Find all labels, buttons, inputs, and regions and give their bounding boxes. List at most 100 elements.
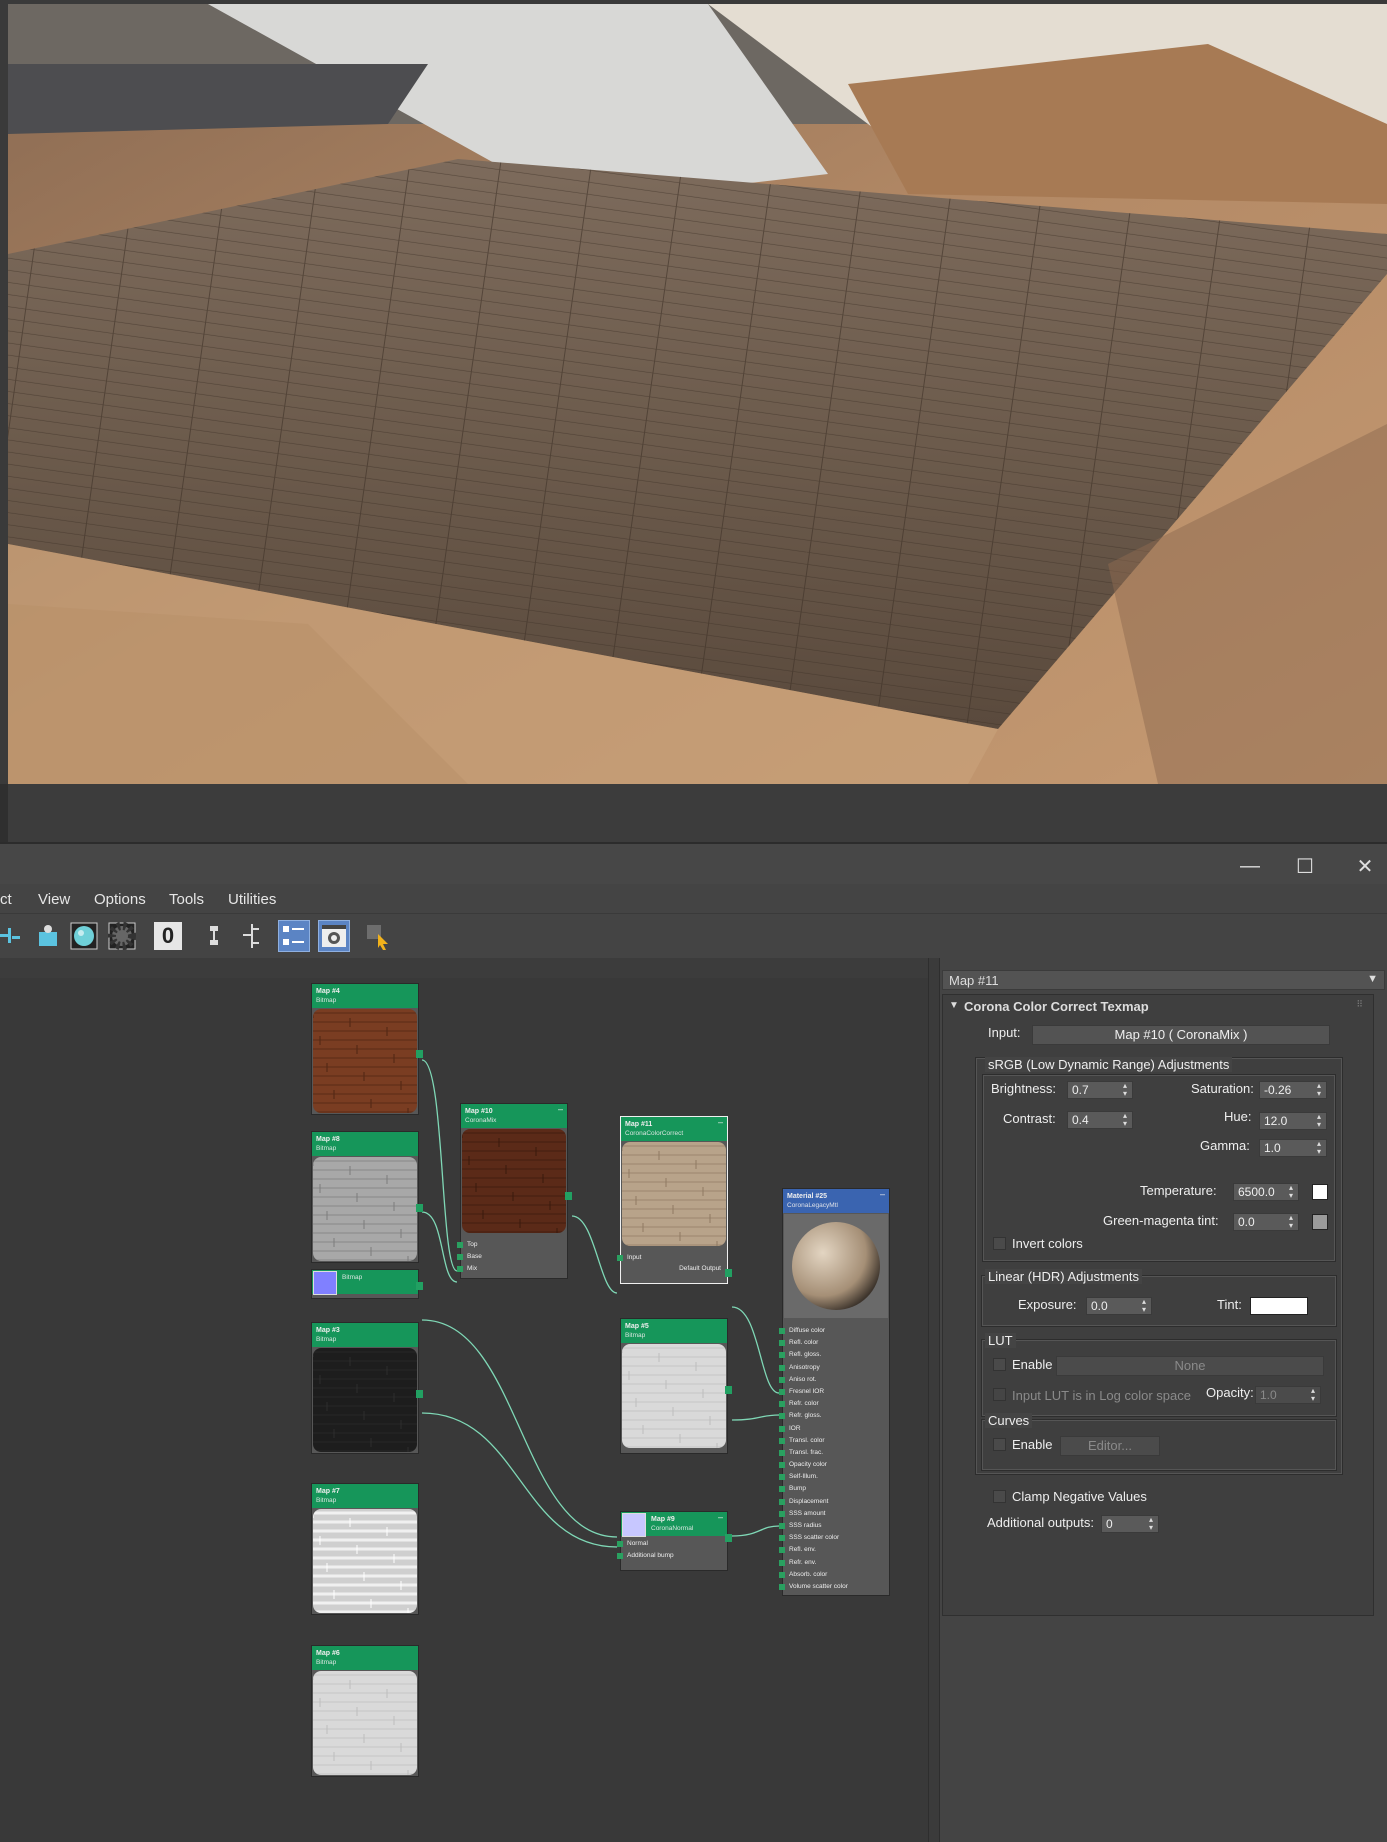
input-port[interactable]: Normal xyxy=(617,1538,727,1550)
material-name-field[interactable]: Map #11 ▼ xyxy=(942,970,1385,990)
input-port[interactable]: Transl. color xyxy=(779,1435,889,1447)
input-port[interactable]: SSS scatter color xyxy=(779,1532,889,1544)
node-header[interactable]: Map #3 Bitmap xyxy=(312,1323,418,1347)
output-port[interactable] xyxy=(725,1386,732,1394)
invert-colors-checkbox[interactable] xyxy=(993,1237,1006,1250)
clamp-negative-checkbox[interactable] xyxy=(993,1490,1006,1503)
close-button[interactable]: ✕ xyxy=(1345,852,1385,880)
log-color-space-checkbox[interactable] xyxy=(993,1388,1006,1401)
green-magenta-tint-spinner[interactable]: 0.0 xyxy=(1233,1213,1299,1231)
node-map11[interactable]: Map #11 CoronaColorCorrect – Input Default O… xyxy=(616,1116,732,1284)
input-port[interactable]: Transl. frac. xyxy=(779,1447,889,1459)
output-port[interactable] xyxy=(416,1050,423,1058)
node-header[interactable]: Map #11 CoronaColorCorrect – xyxy=(621,1117,727,1141)
node-header[interactable]: Map #7 Bitmap xyxy=(312,1484,418,1508)
node-header[interactable]: Material #25 CoronaLegacyMtl – xyxy=(783,1189,889,1213)
temperature-spinner[interactable]: 6500.0 xyxy=(1233,1183,1299,1201)
contrast-spinner[interactable]: 0.4 xyxy=(1067,1111,1133,1129)
input-port[interactable]: Self-Illum. xyxy=(779,1471,889,1483)
input-map-button[interactable]: Map #10 ( CoronaMix ) xyxy=(1032,1025,1330,1045)
node-header[interactable]: Map #8 Bitmap xyxy=(312,1132,418,1156)
viewport[interactable] xyxy=(0,0,1387,842)
show-map-button[interactable]: 0 xyxy=(152,920,184,952)
collapse-icon[interactable]: – xyxy=(880,1190,885,1199)
input-port[interactable]: Absorb. color xyxy=(779,1569,889,1581)
node-map8[interactable]: Map #8 Bitmap xyxy=(311,1131,423,1263)
lut-file-button[interactable]: None xyxy=(1056,1356,1324,1376)
collapse-icon[interactable]: – xyxy=(718,1513,723,1522)
tint-color-swatch[interactable] xyxy=(1312,1214,1328,1230)
node-header[interactable]: Map #4 Bitmap xyxy=(312,984,418,1008)
input-port[interactable]: SSS radius xyxy=(779,1520,889,1532)
input-port[interactable]: Fresnel IOR xyxy=(779,1386,889,1398)
output-port[interactable] xyxy=(725,1269,732,1277)
collapse-icon[interactable]: – xyxy=(718,1118,723,1127)
menu-item-tools[interactable]: Tools xyxy=(169,891,204,908)
output-port[interactable] xyxy=(416,1390,423,1398)
input-port[interactable]: Refl. gloss. xyxy=(779,1349,889,1361)
tint-color-picker[interactable] xyxy=(1250,1297,1308,1315)
saturation-spinner[interactable]: -0.26 xyxy=(1259,1081,1327,1099)
rollout-title[interactable]: Corona Color Correct Texmap xyxy=(964,999,1149,1014)
node-map7[interactable]: Map #7 Bitmap xyxy=(311,1483,419,1615)
node-map10[interactable]: Map #10 CoronaMix – Top Base Mix xyxy=(457,1103,572,1279)
lut-enable-checkbox[interactable] xyxy=(993,1358,1006,1371)
maximize-button[interactable]: ☐ xyxy=(1285,852,1325,880)
input-port[interactable]: Diffuse color xyxy=(779,1325,889,1337)
additional-outputs-spinner[interactable]: 0 xyxy=(1101,1515,1159,1533)
input-port[interactable]: Aniso rot. xyxy=(779,1374,889,1386)
checker-background-button[interactable] xyxy=(106,920,138,952)
hue-spinner[interactable]: 12.0 xyxy=(1259,1112,1327,1130)
node-map6[interactable]: Map #6 Bitmap xyxy=(311,1645,419,1777)
input-port[interactable]: Refl. env. xyxy=(779,1544,889,1556)
input-port[interactable]: Refr. gloss. xyxy=(779,1410,889,1422)
node-map3[interactable]: Map #3 Bitmap xyxy=(311,1322,423,1454)
input-port[interactable]: Refr. color xyxy=(779,1398,889,1410)
input-port[interactable]: Refr. env. xyxy=(779,1557,889,1569)
show-background-button[interactable] xyxy=(68,920,100,952)
input-port[interactable]: Opacity color xyxy=(779,1459,889,1471)
exposure-spinner[interactable]: 0.0 xyxy=(1086,1297,1152,1315)
menu-item-select[interactable]: ct xyxy=(0,891,12,908)
input-port[interactable]: Volume scatter color xyxy=(779,1581,889,1593)
input-port[interactable]: Additional bump xyxy=(617,1550,727,1562)
input-port[interactable]: Input xyxy=(616,1252,641,1264)
layout-children-button[interactable] xyxy=(236,920,268,952)
input-port[interactable]: IOR xyxy=(779,1423,889,1435)
menu-item-options[interactable]: Options xyxy=(94,891,146,908)
curves-enable-checkbox[interactable] xyxy=(993,1438,1006,1451)
output-port[interactable] xyxy=(565,1192,572,1200)
lut-opacity-spinner[interactable]: 1.0 xyxy=(1255,1386,1321,1404)
temperature-color-swatch[interactable] xyxy=(1312,1184,1328,1200)
select-by-material-button[interactable] xyxy=(362,920,394,952)
brightness-spinner[interactable]: 0.7 xyxy=(1067,1081,1133,1099)
minimize-button[interactable]: — xyxy=(1230,852,1270,880)
node-header[interactable]: Map #6 Bitmap xyxy=(312,1646,418,1670)
input-port[interactable]: Anisotropy xyxy=(779,1362,889,1374)
input-port[interactable]: Top xyxy=(457,1239,567,1251)
parameter-editor-button[interactable] xyxy=(318,920,350,952)
put-to-library-button[interactable] xyxy=(32,920,64,952)
input-port[interactable]: Bump xyxy=(779,1483,889,1495)
gamma-spinner[interactable]: 1.0 xyxy=(1259,1139,1327,1157)
node-header[interactable]: Map #10 CoronaMix – xyxy=(461,1104,567,1128)
node-map5[interactable]: Map #5 Bitmap xyxy=(620,1318,732,1454)
curves-editor-button[interactable]: Editor... xyxy=(1060,1436,1160,1456)
node-graph-canvas[interactable]: Map #4 Bitmap Map #8 Bitmap Bitmap Map #3 Bitm… xyxy=(0,978,928,1842)
menu-item-view[interactable]: View xyxy=(38,891,70,908)
input-port[interactable]: SSS amount xyxy=(779,1508,889,1520)
output-port[interactable] xyxy=(416,1282,423,1290)
material-navigator-button[interactable] xyxy=(278,920,310,952)
node-material25[interactable]: Material #25 CoronaLegacyMtl – Diffuse colo… xyxy=(779,1188,890,1596)
input-port[interactable]: Refl. color xyxy=(779,1337,889,1349)
input-port[interactable]: Displacement xyxy=(779,1496,889,1508)
node-map4[interactable]: Map #4 Bitmap xyxy=(311,983,423,1115)
output-port[interactable] xyxy=(416,1204,423,1212)
node-header[interactable]: Bitmap xyxy=(312,1270,418,1295)
node-map9[interactable]: Map #9 CoronaNormal – Normal Additional bump xyxy=(617,1511,732,1571)
menu-item-utilities[interactable]: Utilities xyxy=(228,891,276,908)
node-bitmap_small[interactable]: Bitmap xyxy=(311,1269,423,1299)
assign-material-button[interactable] xyxy=(0,920,26,952)
input-port[interactable]: Base xyxy=(457,1251,567,1263)
rollout-collapse-icon[interactable]: ▼ xyxy=(949,1000,959,1011)
